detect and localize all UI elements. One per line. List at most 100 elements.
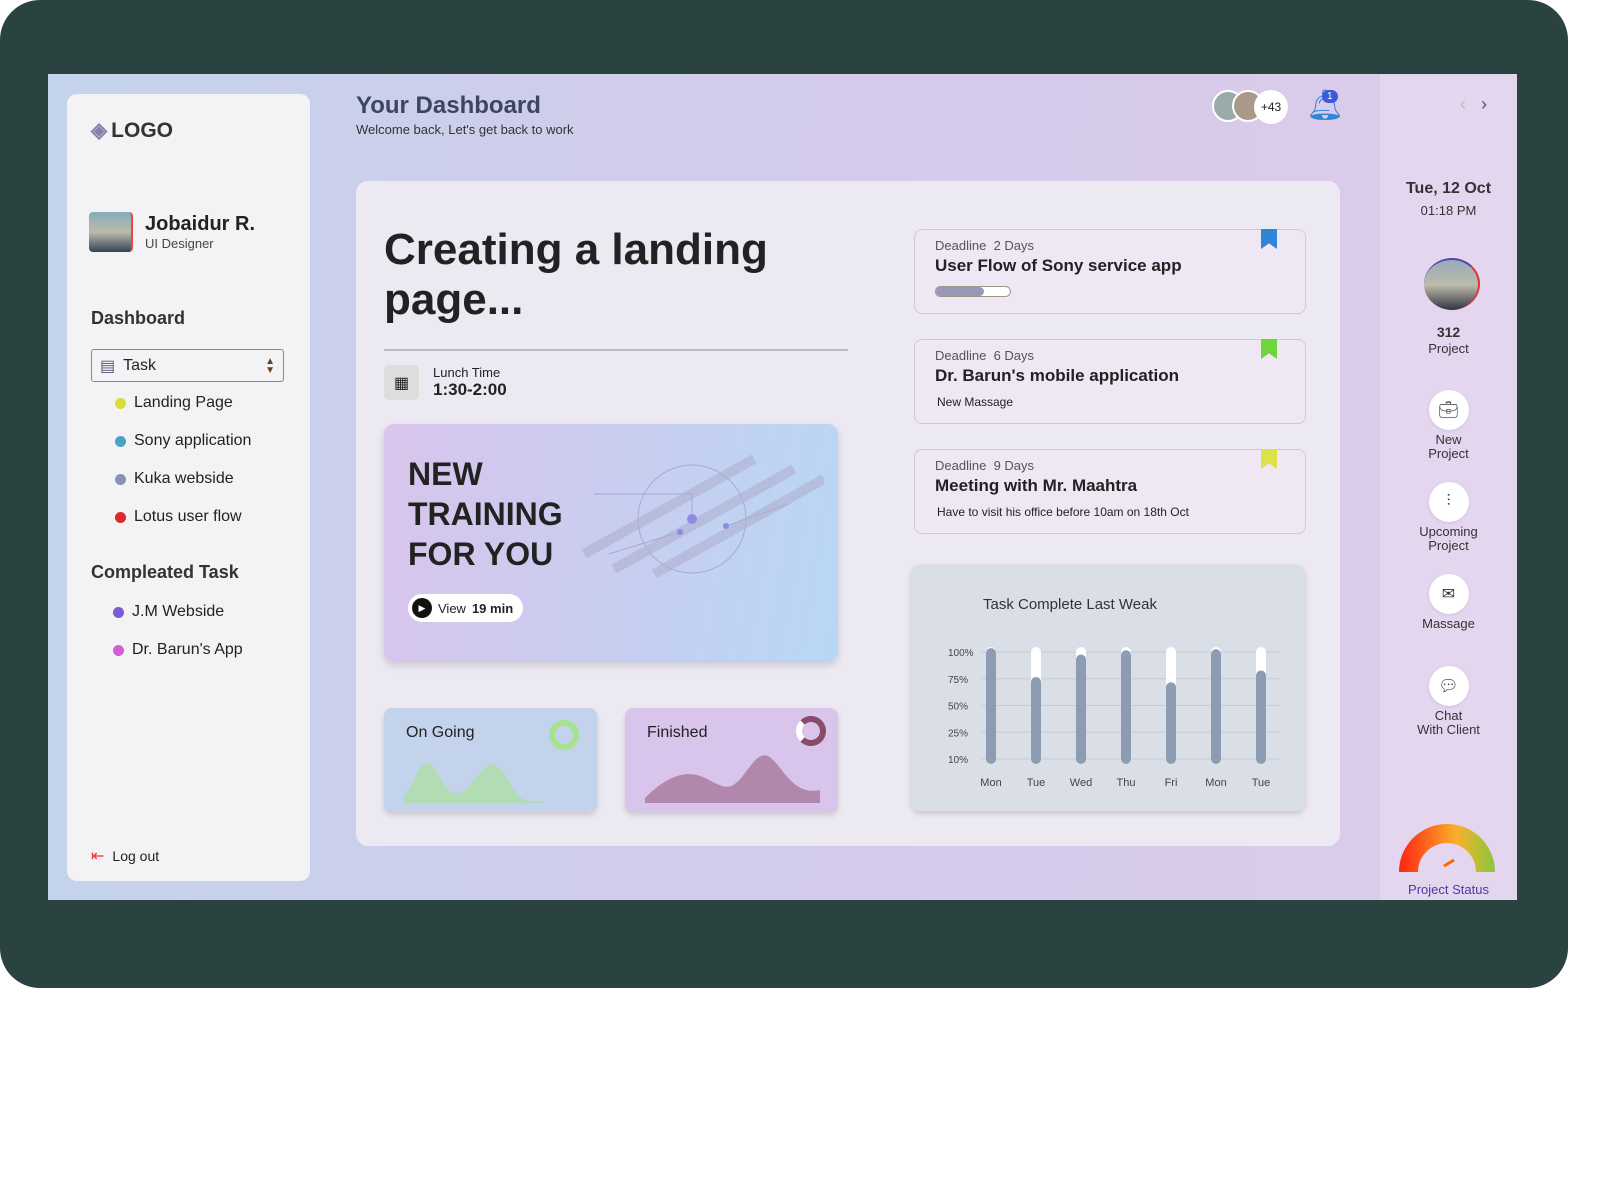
item-label: Dr. Barun's App	[132, 641, 243, 658]
profile-avatar[interactable]	[1424, 258, 1480, 310]
sort-arrows-icon: ▲ ▼	[265, 355, 275, 376]
date: Tue, 12 Oct	[1405, 180, 1492, 197]
lunch-time: ▦ Lunch Time 1:30-2:00	[384, 365, 507, 400]
project-status-label: Project Status	[1408, 882, 1489, 897]
dashboard-screen: ◈ LOGO Jobaidur R. UI Designer Dashboard ▤…	[48, 74, 1517, 900]
project-status-gauge[interactable]	[1394, 818, 1500, 874]
briefcase-icon: 💼︎	[1428, 390, 1469, 430]
item-label: Landing Page	[134, 394, 233, 411]
main-panel: Creating a landing page... ▦ Lunch Time 1:…	[356, 181, 1340, 846]
chat-icon: 💬︎	[1428, 666, 1469, 706]
training-banner[interactable]: NEW TRAINING FOR YOU ▶ View 19 min	[384, 424, 838, 661]
more-count: +43	[1254, 90, 1288, 124]
deadline-card[interactable]: Deadline 9 Days Meeting with Mr. Maahtra H…	[914, 449, 1306, 534]
logout-label: Log out	[112, 848, 160, 864]
team-avatars[interactable]: +43	[1212, 90, 1288, 124]
progress-bar	[935, 286, 1011, 297]
action-label: Chat With Client	[1417, 708, 1480, 737]
status-dot	[113, 606, 124, 618]
view-training-button[interactable]: ▶ View 19 min	[408, 594, 524, 622]
deadline-card[interactable]: Deadline 6 Days Dr. Barun's mobile applic…	[914, 339, 1306, 424]
deadline-label: Deadline	[935, 238, 987, 253]
card-title: Meeting with Mr. Maahtra	[935, 476, 1138, 495]
card-title: User Flow of Sony service app	[935, 256, 1182, 275]
deadline-card[interactable]: Deadline 2 Days User Flow of Sony service…	[914, 229, 1306, 314]
user-role: UI Designer	[145, 236, 214, 251]
deadline-label: Deadline	[935, 348, 987, 363]
deadline: Deadline 2 Days	[935, 238, 1285, 253]
user-profile[interactable]: Jobaidur R. UI Designer	[89, 212, 255, 252]
list-icon: ▤	[100, 357, 116, 375]
page-subtitle: Welcome back, Let's get back to work	[356, 122, 574, 137]
sidebar-item[interactable]: J.M Webside	[113, 603, 224, 621]
logo[interactable]: ◈ LOGO	[91, 118, 173, 143]
status-dot	[115, 511, 126, 523]
notification-badge: 1	[1322, 90, 1338, 103]
action-3[interactable]: 💬︎ Chat With Client	[1380, 666, 1517, 737]
ongoing-sparkline	[404, 762, 544, 803]
ongoing-label: On Going	[406, 724, 475, 741]
section-completed: Compleated Task	[91, 562, 239, 582]
nav-arrows: ‹ ›	[1460, 94, 1487, 115]
sidebar-item[interactable]: Sony application	[115, 432, 251, 450]
action-label: Massage	[1422, 616, 1475, 631]
x-tick-label: Tue	[1027, 777, 1046, 789]
sidebar: ◈ LOGO Jobaidur R. UI Designer Dashboard ▤…	[67, 94, 310, 881]
action-1[interactable]: ⫶ Upcoming Project	[1380, 482, 1517, 553]
calendar-icon: ▦	[384, 365, 419, 400]
training-line: NEW	[408, 456, 483, 492]
logo-text: LOGO	[111, 118, 173, 142]
lunch-value: 1:30-2:00	[433, 380, 507, 399]
envelope-icon: ✉	[1428, 574, 1469, 614]
next-arrow-icon[interactable]: ›	[1481, 94, 1487, 114]
sidebar-item[interactable]: Kuka webside	[115, 470, 234, 488]
sidebar-item[interactable]: Dr. Barun's App	[113, 641, 243, 659]
select-value: Task	[123, 356, 157, 374]
card-title: Dr. Barun's mobile application	[935, 366, 1179, 385]
card-subtitle: Have to visit his office before 10am on …	[937, 505, 1189, 519]
action-2[interactable]: ✉ Massage	[1380, 574, 1517, 631]
logout-button[interactable]: ⇤ Log out	[91, 846, 159, 866]
duration: 19 min	[471, 600, 514, 616]
play-icon: ▶	[412, 598, 432, 618]
section-dashboard: Dashboard	[91, 308, 186, 328]
bar-chart: 100% 75% 50% 25% 10% Mon Tue Wed Thu Fri Mon Tue	[948, 647, 1279, 789]
card-subtitle: New Massage	[937, 395, 1014, 409]
y-tick-label: 75%	[948, 675, 968, 686]
right-panel: ‹ › Tue, 12 Oct 01:18 PM 312 Project 💼︎ N…	[1380, 74, 1517, 900]
notification-button[interactable]: 🔔︎ 1	[1306, 88, 1344, 123]
sidebar-item[interactable]: Landing Page	[115, 394, 233, 412]
y-tick-label: 25%	[948, 728, 968, 739]
x-tick-label: Mon	[980, 777, 1001, 789]
lunch-label: Lunch Time	[433, 365, 501, 380]
finished-label: Finished	[647, 724, 708, 741]
avatar	[89, 212, 133, 252]
action-0[interactable]: 💼︎ New Project	[1380, 390, 1517, 461]
deadline-value: 6 Days	[993, 348, 1035, 363]
action-label: New Project	[1428, 432, 1469, 461]
deadline-label: Deadline	[935, 458, 987, 473]
time: 01:18 PM	[1420, 203, 1477, 218]
project-count: 312	[1436, 324, 1461, 340]
user-name: Jobaidur R.	[145, 213, 256, 235]
task-select[interactable]: ▤ Task ▲ ▼	[91, 349, 284, 382]
view-label: View	[438, 600, 466, 616]
item-label: Kuka webside	[134, 470, 234, 487]
y-tick-label: 100%	[948, 648, 974, 659]
progress-fill	[936, 287, 985, 296]
prev-arrow-icon[interactable]: ‹	[1460, 94, 1466, 114]
deadline: Deadline 6 Days	[935, 348, 1285, 363]
page-title: Your Dashboard	[356, 92, 541, 119]
task-complete-chart: Task Complete Last Weak 100% 75% 50% 25% 10%…	[911, 564, 1305, 811]
divider	[384, 349, 848, 351]
y-tick-label: 50%	[948, 702, 968, 713]
item-label: Lotus user flow	[134, 508, 242, 525]
project-title: Creating a landing page...	[384, 225, 768, 324]
ongoing-card[interactable]: On Going	[384, 708, 597, 812]
finished-card[interactable]: Finished	[625, 708, 838, 812]
donut-icon	[549, 720, 579, 750]
sidebar-item[interactable]: Lotus user flow	[115, 508, 242, 526]
x-tick-label: Tue	[1252, 777, 1271, 789]
deadline: Deadline 9 Days	[935, 458, 1285, 473]
kanban-icon: ⫶	[1428, 482, 1469, 522]
